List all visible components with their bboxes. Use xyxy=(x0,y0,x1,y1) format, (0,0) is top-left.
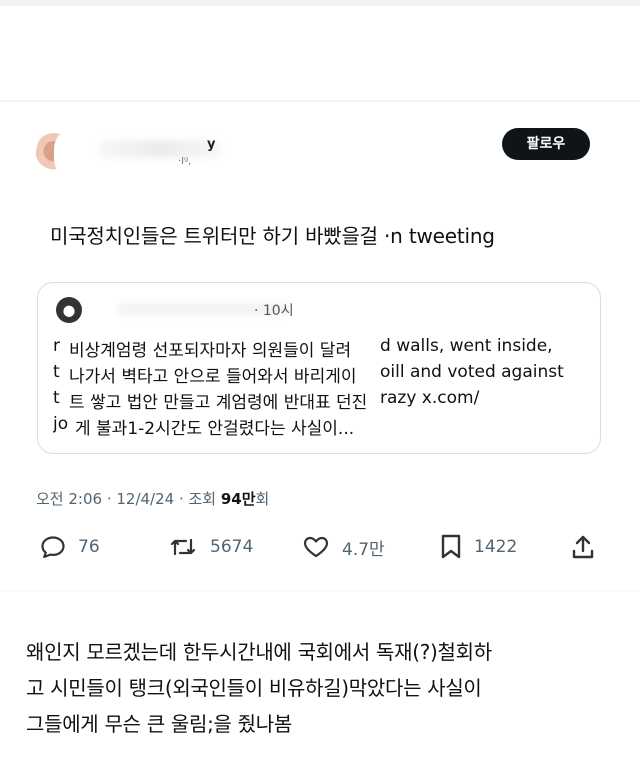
quoted-line: t oill and voted against 나가서 벽타고 안으로 들어와… xyxy=(53,359,593,385)
quoted-tweet[interactable]: · 10시 r d walls, went inside, 비상계엄령 선포되자… xyxy=(37,282,601,454)
author-handle: ·Iᵍ, xyxy=(178,156,192,167)
bookmark-icon xyxy=(440,534,462,560)
top-divider xyxy=(0,0,640,6)
quoted-avatar xyxy=(56,297,82,323)
retweet-icon xyxy=(168,535,198,559)
quoted-line-lead: r xyxy=(53,336,60,356)
share-button[interactable] xyxy=(570,530,596,564)
bookmark-button[interactable]: 1422 xyxy=(440,530,517,564)
quoted-line-korean: 비상계엄령 선포되자마자 의원들이 달려 xyxy=(69,336,356,359)
like-count: 4.7만 xyxy=(342,539,385,560)
quoted-line-korean: 게 불과1-2시간도 안걸렸다는 사실이... xyxy=(75,414,359,437)
quoted-line: jo 게 불과1-2시간도 안걸렸다는 사실이... xyxy=(53,411,593,437)
caption-line: 왜인지 모르겠는데 한두시간내에 국회에서 독재(?)철회하 xyxy=(26,640,492,664)
bookmark-count: 1422 xyxy=(474,537,518,557)
heart-icon xyxy=(302,535,330,559)
quoted-line: r d walls, went inside, 비상계엄령 선포되자마자 의원들… xyxy=(53,333,593,359)
quoted-line-english: razy x.com/ xyxy=(380,388,480,408)
follow-button[interactable]: 팔로우 xyxy=(502,128,590,160)
reply-icon xyxy=(40,535,66,559)
author-name[interactable]: y xyxy=(207,137,215,152)
tweet-time-date[interactable]: 오전 2:06 · 12/4/24 · 조회 xyxy=(36,490,221,508)
quoted-time: · 10시 xyxy=(254,303,294,319)
retweet-button[interactable]: 5674 xyxy=(168,530,253,564)
like-button[interactable]: 4.7만 xyxy=(302,530,385,564)
share-icon xyxy=(570,534,596,560)
quoted-line-english: d walls, went inside, xyxy=(380,336,553,356)
quoted-line-english: oill and voted against xyxy=(380,362,564,382)
quoted-line-lead: t xyxy=(53,362,60,382)
view-count-suffix: 회 xyxy=(255,490,270,508)
blurred-author-name xyxy=(100,140,220,158)
quoted-line-lead: jo xyxy=(53,414,69,434)
caption-text: 왜인지 모르겠는데 한두시간내에 국회에서 독재(?)철회하 고 시민들이 탱크… xyxy=(26,634,636,742)
section-divider xyxy=(0,590,640,592)
avatar[interactable] xyxy=(36,126,86,182)
reply-count: 76 xyxy=(78,537,100,557)
quoted-line-korean: 트 쌓고 법안 만들고 계엄령에 반대표 던진 xyxy=(69,388,372,411)
caption-line: 고 시민들이 탱크(외국인들이 비유하길)막았다는 사실이 xyxy=(26,676,482,700)
retweet-count: 5674 xyxy=(210,537,254,557)
caption-line: 그들에게 무슨 큰 울림;을 줬나봄 xyxy=(26,712,292,736)
quoted-line: t razy x.com/ 트 쌓고 법안 만들고 계엄령에 반대표 던진 xyxy=(53,385,593,411)
quoted-line-korean: 나가서 벽타고 안으로 들어와서 바리게이 xyxy=(69,362,361,385)
view-count: 94만 xyxy=(220,490,256,508)
quoted-line-lead: t xyxy=(53,388,60,408)
reply-button[interactable]: 76 xyxy=(40,530,100,564)
tweet-text: 미국정치인들은 트위터만 하기 바빴을걸 ·n tweeting xyxy=(50,224,495,248)
quoted-text: r d walls, went inside, 비상계엄령 선포되자마자 의원들… xyxy=(53,333,593,437)
tweet-meta: 오전 2:06 · 12/4/24 · 조회 94만회 xyxy=(36,488,269,509)
section-divider xyxy=(0,100,640,102)
